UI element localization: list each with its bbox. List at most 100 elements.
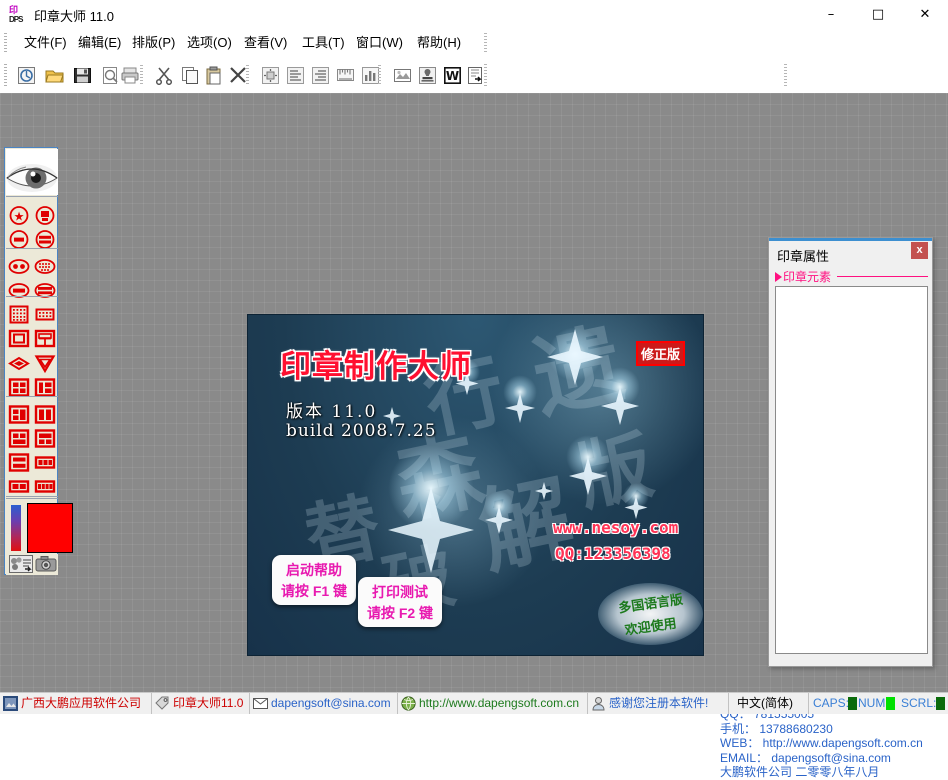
tool-wide-three-seal[interactable] — [33, 451, 57, 474]
align-right-button[interactable] — [308, 63, 333, 87]
tool-round-star-seal[interactable] — [7, 204, 31, 227]
menu-item-3[interactable]: 选项(O) — [181, 33, 238, 53]
splash-help-line2: 请按 F1 键 — [272, 581, 356, 601]
tool-round-square-seal[interactable] — [33, 204, 57, 227]
align-right-icon — [311, 66, 330, 85]
tool-four-cell-seal[interactable] — [33, 475, 57, 498]
new-icon — [17, 66, 36, 85]
circle-double-bar-icon — [34, 229, 56, 250]
tool-diamond-seal[interactable] — [7, 352, 31, 375]
status-email[interactable]: dapengsoft@sina.com — [250, 693, 398, 714]
paste-icon — [205, 66, 224, 85]
panel-close-button[interactable]: x — [911, 242, 928, 259]
menubar-grip[interactable] — [4, 33, 7, 53]
status-thanks[interactable]: 感谢您注册本软件! — [588, 693, 729, 714]
close-button[interactable]: ✕ — [902, 0, 948, 29]
toolbar-sep-4 — [484, 64, 487, 86]
contact-line-3: EMAIL： dapengsoft@sina.com — [720, 751, 948, 766]
splash-screen[interactable]: 替森行遗破解版 — [248, 315, 703, 655]
menu-item-0[interactable]: 文件(F) — [18, 33, 73, 53]
scrl-indicator-label: SCRL: — [901, 696, 936, 711]
splash-print-line2: 请按 F2 键 — [358, 603, 442, 623]
tool-rect-frame-seal[interactable] — [7, 327, 31, 350]
splash-title: 印章制作大师 — [280, 341, 472, 386]
paste-button[interactable] — [202, 63, 227, 87]
tool-bottom-split-seal[interactable] — [33, 427, 57, 450]
minimize-button[interactable]: – — [808, 0, 854, 29]
align-center-icon — [261, 66, 280, 85]
top-split-icon — [8, 428, 30, 449]
splash-help-line1: 启动帮助 — [272, 560, 356, 580]
toolbar-sep-3 — [378, 65, 381, 85]
camera-tool-button[interactable] — [34, 554, 58, 574]
tool-oval-dotted-seal[interactable] — [33, 255, 57, 278]
status-product[interactable]: 印章大师11.0 — [152, 693, 250, 714]
palette-sep-color — [6, 498, 58, 499]
batch-tool-button[interactable] — [8, 554, 34, 574]
picture-icon — [393, 66, 412, 85]
panel-section-label: 印章元素 — [783, 268, 831, 285]
menu-item-7[interactable]: 帮助(H) — [411, 33, 467, 53]
tool-oval-seal[interactable] — [7, 255, 31, 278]
palette-bottom-tools — [6, 554, 58, 575]
maximize-button[interactable]: □ — [855, 0, 901, 29]
splash-badge-label: 修正版 — [641, 347, 680, 362]
image-insert-button[interactable] — [390, 63, 415, 87]
align-left-button[interactable] — [283, 63, 308, 87]
current-color-swatch[interactable] — [27, 503, 73, 553]
ruler-button[interactable] — [333, 63, 358, 87]
toolbar-grip[interactable] — [4, 64, 7, 86]
status-website[interactable]: http://www.dapengsoft.com.cn — [398, 693, 588, 714]
contact-line-1: 手机： 13788680230 — [720, 722, 948, 737]
color-gradient-strip[interactable] — [11, 505, 21, 551]
document-canvas[interactable]: 替森行遗破解版 — [0, 93, 948, 692]
triangle-right-icon — [775, 272, 782, 282]
seal-properties-panel: 印章属性 x 印章元素 — [768, 237, 933, 667]
panel-section-header[interactable]: 印章元素 — [775, 269, 928, 283]
export-page-icon — [466, 66, 485, 85]
num-indicator-led — [886, 697, 895, 710]
splash-print-button[interactable]: 打印测试 请按 F2 键 — [358, 577, 442, 627]
open-button[interactable] — [42, 63, 67, 87]
splash-qq: QQ:123356398 — [555, 544, 671, 563]
status-language[interactable]: 中文(简体) — [729, 693, 809, 714]
tool-top-split-seal[interactable] — [7, 427, 31, 450]
word-export-button[interactable]: W — [440, 63, 465, 87]
menu-item-6[interactable]: 窗口(W) — [350, 33, 409, 53]
splash-help-button[interactable]: 启动帮助 请按 F1 键 — [272, 555, 356, 605]
contact-info-block: QQ： 781555005手机： 13788680230WEB： http://… — [720, 707, 948, 780]
tool-rect-split-seal[interactable] — [33, 327, 57, 350]
word-w-icon: W — [443, 66, 462, 85]
wide-three-icon — [34, 452, 56, 473]
two-column-icon — [34, 404, 56, 425]
new-button[interactable] — [14, 63, 39, 87]
tool-oval-double-bar-seal[interactable] — [33, 279, 57, 302]
tool-half-split-seal[interactable] — [7, 451, 31, 474]
tool-two-col-seal[interactable] — [33, 403, 57, 426]
save-button[interactable] — [70, 63, 95, 87]
menu-item-2[interactable]: 排版(P) — [126, 33, 181, 53]
menu-item-1[interactable]: 编辑(E) — [72, 33, 127, 53]
seal-tool-button[interactable] — [415, 63, 440, 87]
tool-triangle-seal[interactable] — [33, 352, 57, 375]
tool-grid-square-seal[interactable] — [7, 303, 31, 326]
num-indicator-label: NUM: — [858, 696, 889, 711]
oval-bar-icon — [8, 280, 30, 301]
tool-oval-bar-seal[interactable] — [7, 279, 31, 302]
copy-button[interactable] — [178, 63, 203, 87]
seal-element-list[interactable] — [775, 286, 928, 654]
tool-tri-left-seal[interactable] — [7, 403, 31, 426]
tool-two-cell-seal[interactable] — [7, 475, 31, 498]
cut-button[interactable] — [152, 63, 177, 87]
status-company-label: 广西大鹏应用软件公司 — [21, 696, 141, 711]
contact-line-2: WEB： http://www.dapengsoft.com.cn — [720, 736, 948, 751]
menu-item-5[interactable]: 工具(T) — [296, 33, 351, 53]
oval-dotted-icon — [34, 256, 56, 277]
printer-icon — [121, 66, 140, 85]
tool-grid-wide-seal[interactable] — [33, 303, 57, 326]
triangle-icon — [34, 353, 56, 374]
contact-line-4: 大鹏软件公司 二零零八年八月 — [720, 765, 948, 780]
menu-item-4[interactable]: 查看(V) — [238, 33, 293, 53]
status-company[interactable]: 广西大鹏应用软件公司 — [0, 693, 152, 714]
align-center-button[interactable] — [258, 63, 283, 87]
